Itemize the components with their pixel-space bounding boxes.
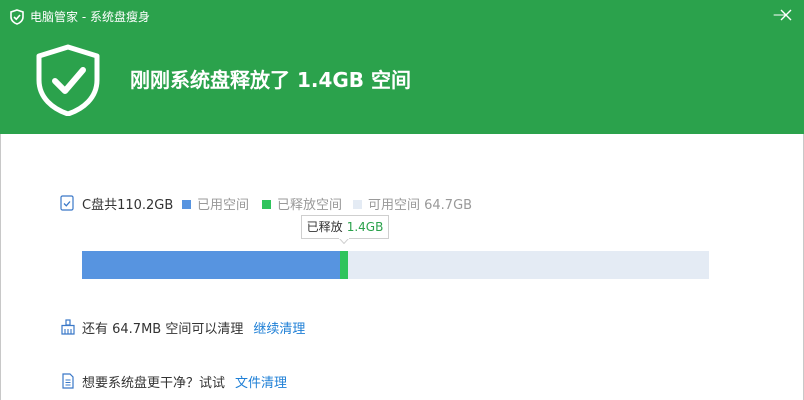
- tip-file-clean-text: 想要系统盘更干净？试试: [82, 376, 226, 391]
- page-title: 刚刚系统盘释放了 1.4GB 空间: [130, 68, 412, 92]
- disk-usage-bar: [82, 251, 709, 279]
- freed-tooltip: 已释放 1.4GB: [301, 215, 389, 239]
- legend-available-swatch: [353, 200, 362, 209]
- window-left-border: [0, 134, 1, 400]
- legend-used-label: 已用空间: [197, 198, 250, 213]
- legend-available-label: 可用空间 64.7GB: [368, 198, 473, 213]
- legend-freed-swatch: [262, 200, 271, 209]
- disk-total-label: C盘共110.2GB: [82, 198, 174, 213]
- tooltip-arrow: [339, 238, 349, 244]
- window-title: 电脑管家 - 系统盘瘦身: [30, 10, 150, 24]
- used-segment: [82, 251, 340, 279]
- legend-freed-label: 已释放空间: [277, 198, 343, 213]
- tip-cleanup-text: 还有 64.7MB 空间可以清理: [82, 322, 244, 337]
- continue-cleanup-link[interactable]: 继续清理: [253, 322, 305, 337]
- shield-check-icon: [36, 44, 100, 116]
- legend-freed: 已释放空间: [262, 194, 342, 213]
- document-icon: [62, 373, 74, 389]
- tooltip-label: 已释放: [306, 220, 343, 234]
- broom-icon: [61, 319, 75, 335]
- freed-segment: [340, 251, 348, 279]
- tooltip-value: 1.4GB: [346, 220, 384, 234]
- close-icon[interactable]: [780, 9, 792, 21]
- disk-check-icon: [60, 195, 74, 211]
- app-logo-icon: [10, 9, 24, 25]
- legend-used-swatch: [182, 200, 191, 209]
- file-clean-link[interactable]: 文件清理: [235, 376, 287, 391]
- legend-available: 可用空间 64.7GB: [353, 194, 472, 213]
- legend-used: 已用空间: [182, 194, 249, 213]
- header-banner: 电脑管家 - 系统盘瘦身 — 刚刚系统盘释放了 1.4GB 空间: [0, 0, 804, 134]
